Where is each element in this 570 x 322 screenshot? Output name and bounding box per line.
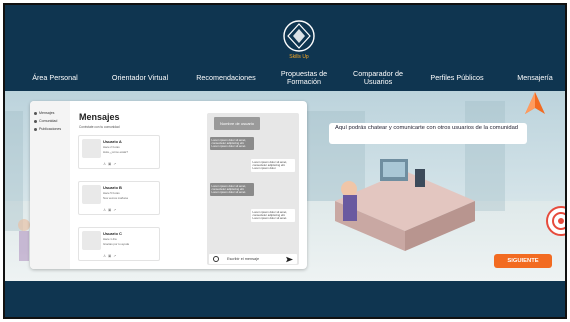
skills-up-logo bbox=[283, 20, 315, 52]
message-input-placeholder: Escribir el mensaje bbox=[227, 257, 260, 261]
sidebar-item-publicaciones[interactable]: Publicaciones bbox=[34, 127, 61, 131]
messages-subtitle: Conéctate con tu comunidad bbox=[79, 125, 120, 129]
avatar bbox=[82, 231, 101, 250]
panel-sidebar: Mensajes Comunidad Publicaciones bbox=[30, 101, 70, 269]
emoji-icon[interactable] bbox=[213, 256, 219, 262]
user-last-message: Hola, ¿cómo estás? bbox=[103, 150, 128, 154]
user-card[interactable]: Usuario C Hace 1 día Gracias por tu ayud… bbox=[78, 227, 160, 261]
nav-item-mensajeria[interactable]: Mensajería bbox=[507, 65, 563, 91]
user-name: Usuario C bbox=[103, 231, 122, 236]
footer-bar bbox=[5, 281, 565, 317]
share-icon[interactable]: ↗ bbox=[113, 254, 118, 258]
next-button[interactable]: SIGUIENTE bbox=[494, 254, 552, 268]
avatar bbox=[82, 139, 101, 158]
chat-bubble-sent: Lorem ipsum dolor sit amet, consectetur … bbox=[251, 209, 295, 222]
message-input[interactable]: Escribir el mensaje bbox=[209, 254, 297, 264]
user-last-message: Gracias por tu ayuda bbox=[103, 242, 129, 246]
avatar bbox=[82, 185, 101, 204]
nav-item-orientador-virtual[interactable]: Orientador Virtual bbox=[100, 65, 180, 91]
nav-item-area-personal[interactable]: Área Personal bbox=[20, 65, 90, 91]
user-card[interactable]: Usuario A Hace 2 horas Hola, ¿cómo estás… bbox=[78, 135, 160, 169]
nav-item-recomendaciones[interactable]: Recomendaciones bbox=[185, 65, 267, 91]
sidebar-item-label: Comunidad bbox=[39, 119, 58, 123]
app-frame: Skills Up Área Personal Orientador Virtu… bbox=[3, 3, 567, 319]
sidebar-item-comunidad[interactable]: Comunidad bbox=[34, 119, 57, 123]
user-card[interactable]: Usuario B Hace 5 horas Nos vemos mañana … bbox=[78, 181, 160, 215]
sidebar-item-label: Publicaciones bbox=[39, 127, 62, 131]
nav-item-propuestas-formacion[interactable]: Propuestas de Formación bbox=[271, 65, 337, 91]
user-actions: ♙▣↗ bbox=[103, 254, 118, 258]
share-icon[interactable]: ↗ bbox=[113, 208, 118, 212]
dot-icon bbox=[34, 111, 37, 115]
user-meta: Hace 1 día bbox=[103, 237, 117, 241]
background-scene: Mensajes Comunidad Publicaciones Mensaje… bbox=[5, 91, 565, 281]
main-nav: Área Personal Orientador Virtual Recomen… bbox=[5, 65, 565, 91]
user-actions: ♙▣↗ bbox=[103, 162, 118, 166]
user-meta: Hace 5 horas bbox=[103, 191, 120, 195]
tooltip: Aquí podrás chatear y comunicarte con ot… bbox=[329, 123, 527, 144]
share-icon[interactable]: ↗ bbox=[113, 162, 118, 166]
sidebar-item-mensajes[interactable]: Mensajes bbox=[34, 111, 54, 115]
user-name: Usuario B bbox=[103, 185, 122, 190]
nav-item-comparador-usuarios[interactable]: Comparador de Usuarios bbox=[345, 65, 411, 91]
chat-header: Nombre de usuario bbox=[214, 117, 260, 130]
dot-icon bbox=[34, 127, 37, 131]
brand-name: Skills Up bbox=[289, 54, 309, 60]
user-actions: ♙▣↗ bbox=[103, 208, 118, 212]
chat-window: Nombre de usuario Lorem ipsum dolor sit … bbox=[207, 113, 299, 265]
messages-title: Mensajes bbox=[79, 112, 120, 122]
chat-bubble-received: Lorem ipsum dolor sit amet, consectetur … bbox=[210, 137, 254, 150]
nav-item-perfiles-publicos[interactable]: Perfiles Públicos bbox=[419, 65, 495, 91]
arrow-up-icon bbox=[525, 92, 545, 114]
sidebar-item-label: Mensajes bbox=[39, 111, 55, 115]
user-last-message: Nos vemos mañana bbox=[103, 196, 128, 200]
send-icon[interactable] bbox=[286, 256, 293, 263]
user-meta: Hace 2 horas bbox=[103, 145, 120, 149]
chat-bubble-received: Lorem ipsum dolor sit amet, consectetur … bbox=[210, 183, 254, 196]
chat-bubble-sent: Lorem ipsum dolor sit amet, consectetur … bbox=[251, 159, 295, 172]
messages-panel: Mensajes Comunidad Publicaciones Mensaje… bbox=[30, 101, 307, 269]
dot-icon bbox=[34, 119, 37, 123]
user-name: Usuario A bbox=[103, 139, 122, 144]
